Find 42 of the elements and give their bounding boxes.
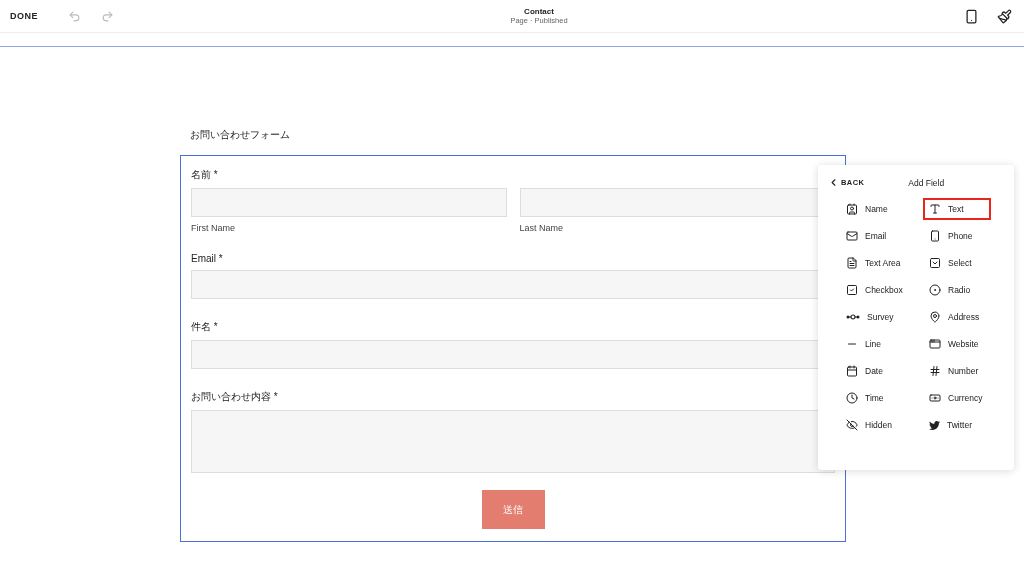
contact-card-icon <box>846 203 858 215</box>
document-icon <box>846 257 858 269</box>
banknote-icon <box>929 392 941 404</box>
paintbrush-icon[interactable] <box>997 8 1012 24</box>
envelope-icon <box>846 230 858 242</box>
field-type-item[interactable]: Twitter <box>923 414 1006 436</box>
letter-icon <box>929 203 941 215</box>
field-type-item[interactable]: Number <box>923 360 1006 382</box>
page-title: Contact <box>524 7 554 16</box>
dropdown-icon <box>929 257 941 269</box>
field-type-item[interactable]: Address <box>923 306 1006 328</box>
field-label: 件名 * <box>191 320 219 334</box>
done-button[interactable]: DONE <box>10 11 38 21</box>
panel-title: Add Field <box>908 177 945 188</box>
clock-icon <box>846 392 858 404</box>
undo-icon[interactable] <box>68 9 81 23</box>
map-pin-icon <box>929 311 941 323</box>
phone-icon <box>929 230 941 242</box>
field-type-item[interactable]: Website <box>923 333 1006 355</box>
field-label: お問い合わせ内容 * <box>191 390 279 404</box>
radio-icon <box>929 284 941 296</box>
field-label: 名前 * <box>191 168 219 182</box>
checkbox-icon <box>846 284 858 296</box>
sublabel: Last Name <box>519 223 565 233</box>
field-type-item[interactable]: Text <box>923 198 991 220</box>
redo-icon[interactable] <box>101 9 114 23</box>
field-type-item[interactable]: Radio <box>923 279 1006 301</box>
mobile-view-icon[interactable] <box>964 8 979 24</box>
field-type-item[interactable]: Currency <box>923 387 1006 409</box>
text-area[interactable] <box>191 410 835 473</box>
calendar-icon <box>846 365 858 377</box>
field-type-item[interactable]: Phone <box>923 225 1006 247</box>
form-title: お問い合わせフォーム <box>190 128 291 142</box>
hidden-eye-icon <box>846 419 858 431</box>
field-type-item[interactable]: Select <box>923 252 1006 274</box>
input-field[interactable] <box>191 188 507 217</box>
survey-icon <box>846 313 860 321</box>
hash-icon <box>929 365 941 377</box>
sublabel: First Name <box>191 223 236 233</box>
bird-icon <box>929 419 940 431</box>
browser-window-icon <box>929 338 941 350</box>
field-label: Email * <box>191 253 224 264</box>
